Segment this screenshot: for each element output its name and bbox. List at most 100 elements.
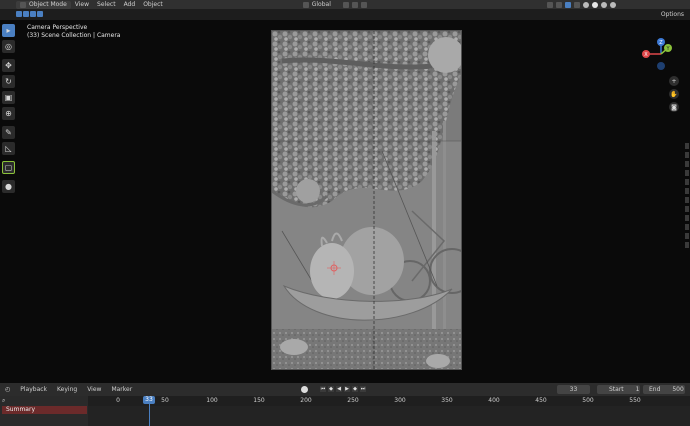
tool-settings-bar (0, 9, 690, 20)
start-value: 1 (635, 386, 640, 393)
summary-label: Summary (6, 406, 35, 413)
view-name: Camera Perspective (27, 24, 88, 31)
annotate-tool[interactable]: ✎ (2, 126, 15, 139)
ruler-tick: 550 (629, 397, 641, 404)
menu-view[interactable]: View (71, 0, 93, 9)
ruler-tick: 50 (161, 397, 169, 404)
select-mode-buttons[interactable] (16, 11, 43, 17)
object-tool[interactable]: ● (2, 180, 15, 193)
menu-marker[interactable]: Marker (106, 386, 137, 393)
zoom-icon[interactable]: + (669, 76, 679, 86)
ruler-tick: 150 (253, 397, 265, 404)
menu-keying[interactable]: Keying (52, 386, 82, 393)
camera-icon[interactable]: ◙ (669, 102, 679, 112)
start-frame-field[interactable]: Start 1 (597, 385, 640, 394)
ruler-tick: 450 (535, 397, 547, 404)
ruler-tick: 500 (582, 397, 594, 404)
add-cube-icon: ▢ (4, 163, 13, 172)
x-axis-label: X (644, 52, 648, 58)
add-cube-tool[interactable]: ▢ (2, 161, 15, 174)
select-tool[interactable]: ▸ (2, 24, 15, 37)
summary-channel[interactable]: Summary (2, 406, 87, 414)
jump-start-icon[interactable]: ⏮ (320, 386, 326, 392)
cursor-tool[interactable]: ◎ (2, 40, 15, 53)
scale-tool[interactable]: ▣ (2, 91, 15, 104)
snap-icon[interactable] (351, 1, 358, 8)
select-subtract-icon[interactable] (30, 11, 36, 17)
view-navigation: + ✋ ◙ (669, 76, 679, 115)
annotate-icon: ✎ (5, 128, 12, 137)
ruler-tick: 250 (347, 397, 359, 404)
transform-icon: ⊕ (5, 109, 12, 118)
axis-gizmo[interactable]: Z X Y (636, 34, 688, 74)
next-keyframe-icon[interactable]: ◆ (352, 386, 358, 392)
menu-timeline-view[interactable]: View (82, 386, 106, 393)
cursor-icon: ▸ (6, 26, 11, 35)
prev-keyframe-icon[interactable]: ◆ (328, 386, 334, 392)
collection-info: (33) Scene Collection | Camera (27, 32, 121, 39)
current-frame-field[interactable]: 33 (557, 385, 590, 394)
play-reverse-icon[interactable]: ◀ (336, 386, 342, 392)
sphere-icon: ● (5, 182, 12, 191)
ruler-tick: 200 (300, 397, 312, 404)
sidebar-tabs[interactable] (684, 140, 690, 300)
search-icon[interactable]: ⌕ (2, 397, 5, 405)
record-icon[interactable] (301, 386, 308, 393)
header-bar: Object Mode View Select Add Object Globa… (0, 0, 690, 9)
crosshair-icon: ◎ (5, 42, 12, 51)
menu-object[interactable]: Object (139, 0, 167, 9)
scene-render (272, 31, 461, 369)
material-shading-icon[interactable] (600, 1, 607, 8)
play-icon[interactable]: ▶ (344, 386, 350, 392)
wireframe-shading-icon[interactable] (582, 1, 589, 8)
menu-playback[interactable]: Playback (15, 386, 52, 393)
transform-tool[interactable]: ⊕ (2, 107, 15, 120)
visibility-icon[interactable] (546, 1, 553, 8)
move-icon: ✥ (5, 61, 12, 70)
navigation-gizmo[interactable]: Z X Y (636, 34, 688, 98)
overlay-icon[interactable] (564, 1, 571, 8)
rotate-tool[interactable]: ↻ (2, 75, 15, 88)
jump-end-icon[interactable]: ⏭ (360, 386, 366, 392)
hand-icon[interactable]: ✋ (669, 89, 679, 99)
camera-view[interactable] (271, 30, 462, 370)
xray-icon[interactable] (573, 1, 580, 8)
orientation-selector[interactable]: Global (302, 1, 331, 8)
select-intersect-icon[interactable] (37, 11, 43, 17)
mode-label: Object Mode (29, 1, 67, 8)
toolbar: ▸ ◎ ✥ ↻ ▣ ⊕ ✎ ◺ ▢ ● (2, 24, 17, 196)
measure-icon: ◺ (5, 144, 12, 153)
neg-z-axis-icon[interactable] (657, 62, 665, 70)
ruler-tick: 0 (116, 397, 120, 404)
measure-tool[interactable]: ◺ (2, 142, 15, 155)
end-label: End (649, 386, 661, 393)
playback-controls: ⏮ ◆ ◀ ▶ ◆ ⏭ (320, 386, 366, 392)
options-dropdown[interactable]: Options (661, 10, 684, 19)
select-box-icon[interactable] (16, 11, 22, 17)
timeline-area[interactable] (0, 406, 690, 426)
select-extend-icon[interactable] (23, 11, 29, 17)
mode-selector[interactable]: Object Mode (16, 0, 71, 9)
end-frame-field[interactable]: End 500 (643, 385, 685, 394)
move-tool[interactable]: ✥ (2, 59, 15, 72)
end-value: 500 (672, 386, 684, 393)
z-axis-label: Z (659, 40, 663, 46)
rendered-shading-icon[interactable] (609, 1, 616, 8)
ruler-tick: 100 (206, 397, 218, 404)
menu-select[interactable]: Select (93, 0, 120, 9)
ruler-tick: 350 (441, 397, 453, 404)
orientation-label: Global (311, 1, 331, 8)
ruler-tick: 400 (488, 397, 500, 404)
scale-icon: ▣ (4, 93, 13, 102)
orientation-icon (302, 1, 309, 8)
ruler-tick: 300 (394, 397, 406, 404)
solid-shading-icon[interactable] (591, 1, 598, 8)
proportional-edit-icon[interactable] (360, 1, 367, 8)
gizmo-toggle-icon[interactable] (555, 1, 562, 8)
viewport-info: Camera Perspective (33) Scene Collection… (27, 24, 120, 40)
playhead-frame-label[interactable]: 33 (143, 396, 155, 404)
object-mode-icon (20, 1, 26, 8)
pivot-icon[interactable] (342, 1, 349, 8)
menu-add[interactable]: Add (120, 0, 140, 9)
timeline-editor-icon[interactable]: ◴ (0, 386, 15, 393)
